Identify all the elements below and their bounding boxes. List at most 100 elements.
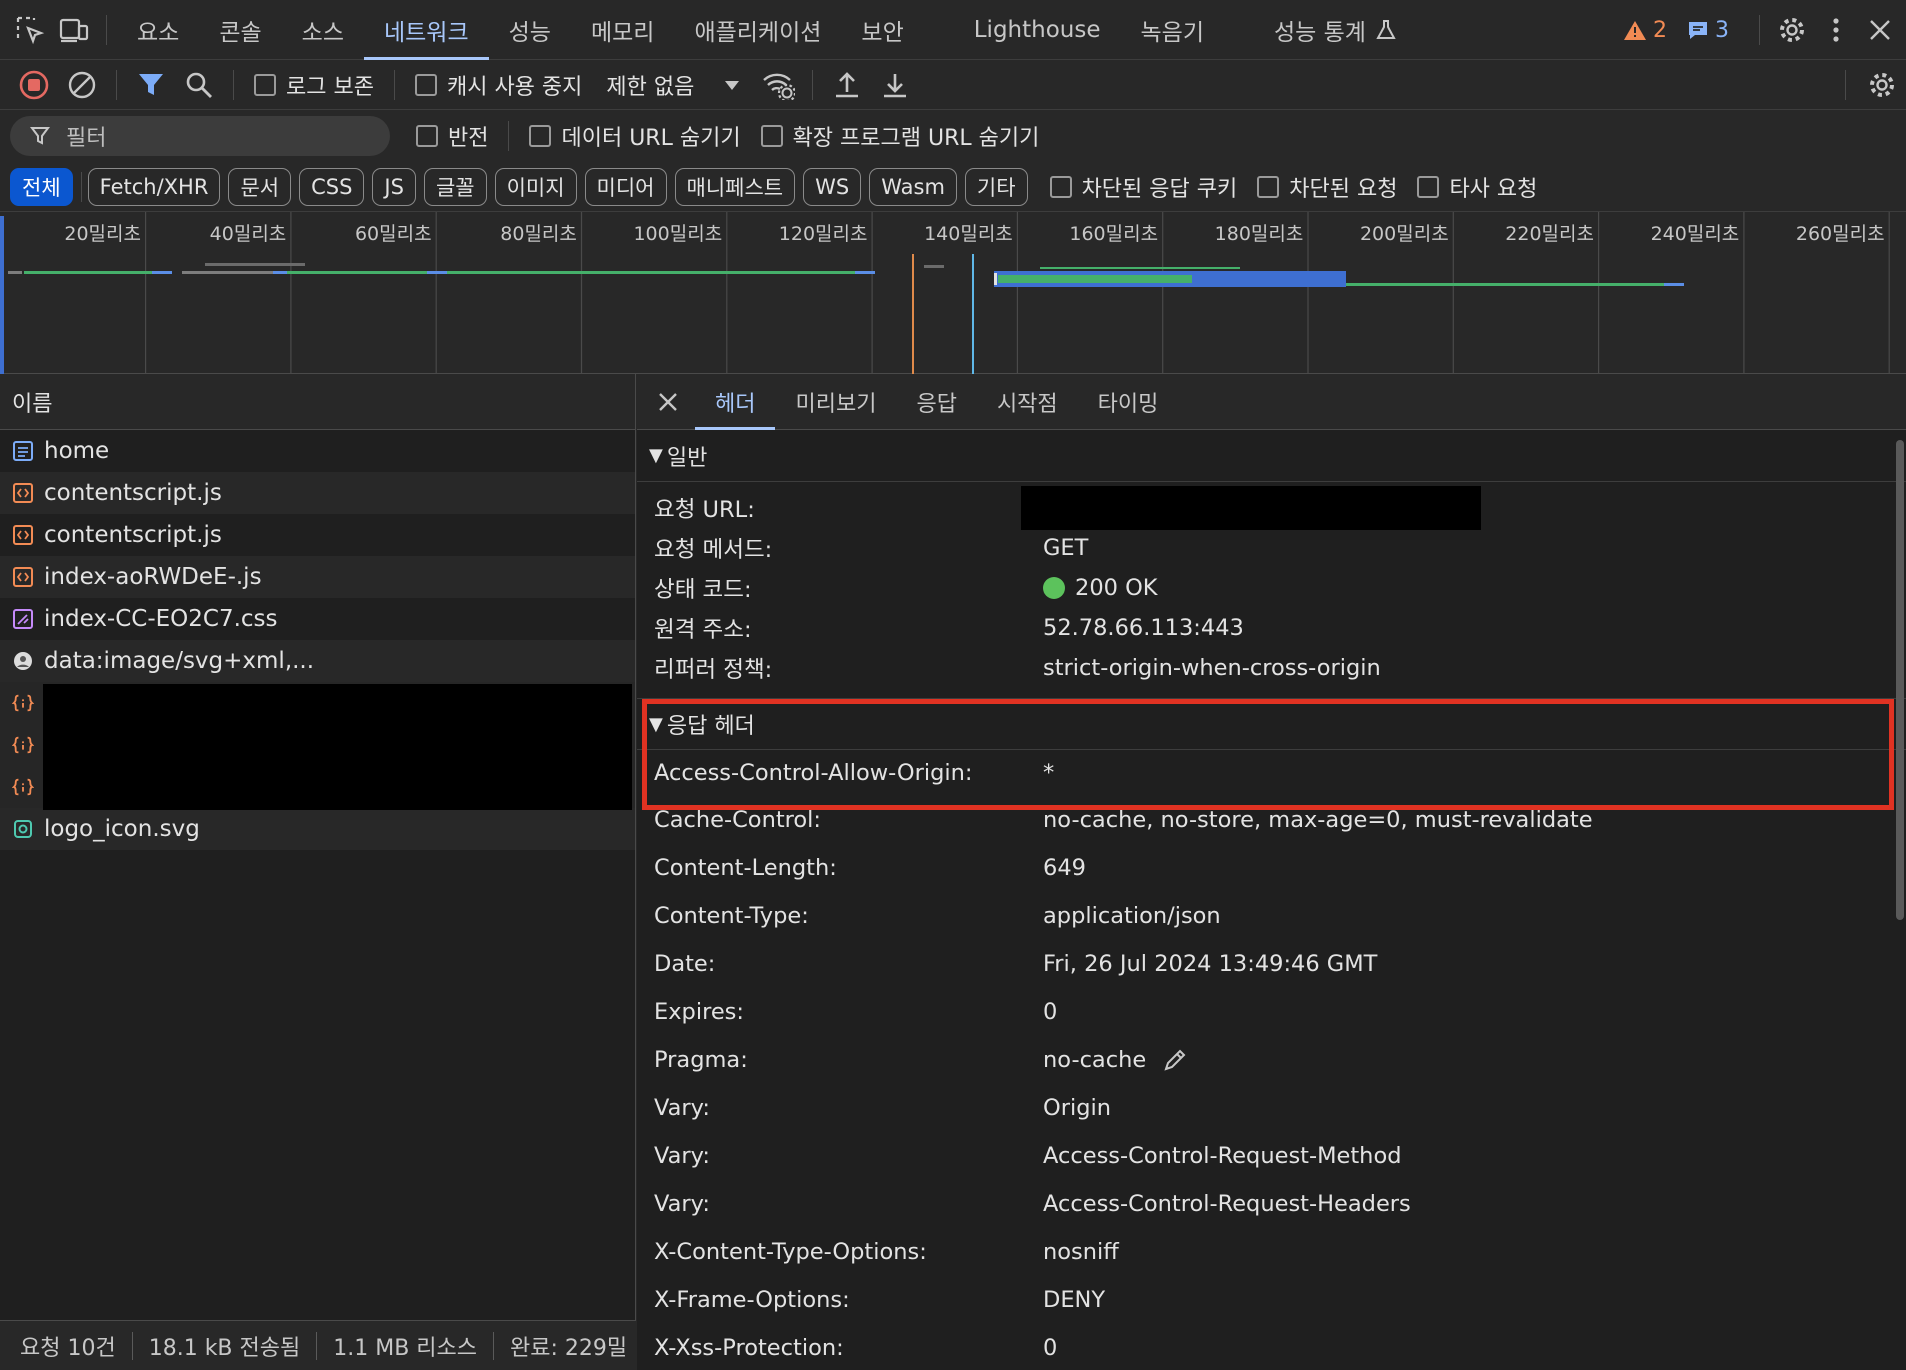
tab-elements[interactable]: 요소 (117, 0, 199, 60)
request-row[interactable]: index-aoRWDeE-.js (0, 556, 635, 598)
name-column-header[interactable]: 이름 (0, 374, 635, 430)
device-toolbar-icon[interactable] (52, 0, 96, 60)
filter-input[interactable]: 필터 (10, 116, 390, 156)
timeline-bars (8, 263, 1684, 287)
tab-console[interactable]: 콘솔 (199, 0, 281, 60)
script-icon (12, 566, 34, 588)
type-filter-img[interactable]: 이미지 (494, 167, 577, 206)
tab-sources[interactable]: 소스 (282, 0, 364, 60)
more-options-icon[interactable] (1814, 0, 1858, 60)
checkbox-box[interactable] (760, 125, 783, 147)
third-party-requests-checkbox[interactable]: 타사 요청 (1417, 171, 1537, 203)
hide-data-urls-checkbox[interactable]: 데이터 URL 숨기기 (529, 120, 741, 152)
blocked-requests-checkbox[interactable]: 차단된 요청 (1257, 171, 1397, 203)
timeline-tick-labels: 20밀리초 40밀리초 60밀리초 80밀리초 100밀리초 120밀리초 140밀리초 16… (64, 223, 1884, 245)
response-header-value: no-cache, no-store, max-age=0, must-reva… (1043, 807, 1593, 833)
response-header-value: DENY (1043, 1287, 1106, 1313)
request-row[interactable]: contentscript.js (0, 514, 635, 556)
type-filter-font[interactable]: 글꼴 (423, 167, 487, 206)
type-filter-ws[interactable]: WS (803, 167, 862, 206)
hide-extension-urls-checkbox[interactable]: 확장 프로그램 URL 숨기기 (760, 120, 1040, 152)
export-har-icon[interactable] (871, 60, 919, 110)
request-name: contentscript.js (44, 480, 222, 506)
type-filter-fetch-xhr[interactable]: Fetch/XHR (87, 167, 221, 206)
checkbox-box[interactable] (1417, 175, 1440, 198)
detail-scrollbar[interactable] (1896, 434, 1904, 1304)
header-row: Vary: Access-Control-Request-Headers (637, 1180, 1906, 1228)
script-icon (12, 482, 34, 504)
request-row[interactable]: data:image/svg+xml,... (0, 640, 635, 682)
checkbox-box[interactable] (414, 73, 437, 96)
checkbox-box[interactable] (416, 125, 438, 147)
close-devtools-icon[interactable] (1858, 0, 1902, 60)
divider (80, 171, 82, 202)
remote-address-value: 52.78.66.113:443 (1043, 615, 1244, 641)
stop-recording-icon[interactable] (10, 60, 58, 110)
clear-icon[interactable] (58, 60, 106, 110)
timeline-start-marker (0, 216, 4, 374)
checkbox-box[interactable] (1049, 175, 1072, 198)
disable-cache-checkbox[interactable]: 캐시 사용 중지 (414, 69, 582, 101)
edit-pencil-icon[interactable] (1162, 1047, 1188, 1073)
tab-network[interactable]: 네트워크 (363, 0, 489, 60)
invert-checkbox[interactable]: 반전 (416, 120, 488, 152)
tab-application[interactable]: 애플리케이션 (674, 0, 841, 60)
type-filter-manifest[interactable]: 매니페스트 (674, 167, 796, 206)
tab-memory[interactable]: 메모리 (571, 0, 674, 60)
divider (233, 69, 234, 100)
type-filter-media[interactable]: 미디어 (584, 167, 667, 206)
inspect-element-icon[interactable] (8, 0, 52, 60)
detail-tab-bar: 헤더 미리보기 응답 시작점 타이밍 (637, 374, 1906, 430)
request-row[interactable]: index-CC-EO2C7.css (0, 598, 635, 640)
type-filter-js[interactable]: JS (372, 167, 416, 206)
general-section-header[interactable]: ▼ 일반 (637, 430, 1906, 482)
timeline-tick-label: 80밀리초 (500, 223, 577, 245)
request-row[interactable]: logo_icon.svg (0, 808, 635, 850)
request-row[interactable]: home (0, 430, 635, 472)
preserve-log-checkbox[interactable]: 로그 보존 (254, 69, 374, 101)
warnings-counter[interactable]: 2 (1623, 18, 1667, 43)
messages-count: 3 (1715, 17, 1729, 43)
network-settings-icon[interactable] (1858, 60, 1906, 110)
tab-security[interactable]: 보안 (841, 0, 923, 60)
type-filter-css[interactable]: CSS (299, 167, 365, 206)
tab-performance[interactable]: 성능 (489, 0, 571, 60)
import-har-icon[interactable] (823, 60, 871, 110)
tab-initiator[interactable]: 시작점 (977, 374, 1078, 430)
timeline-bar (24, 271, 152, 274)
tab-lighthouse[interactable]: Lighthouse (924, 0, 1121, 60)
response-headers-section-header[interactable]: ▼ 응답 헤더 (637, 698, 1906, 750)
network-overview-timeline[interactable]: 20밀리초 40밀리초 60밀리초 80밀리초 100밀리초 120밀리초 140밀리초 16… (0, 212, 1906, 374)
messages-counter[interactable]: 3 (1687, 18, 1729, 43)
tab-preview[interactable]: 미리보기 (775, 374, 896, 430)
blocked-response-cookies-checkbox[interactable]: 차단된 응답 쿠키 (1049, 171, 1237, 203)
tab-performance-insights[interactable]: 성능 통계 (1224, 0, 1418, 60)
filter-icon[interactable] (127, 60, 175, 110)
checkbox-box[interactable] (1257, 175, 1280, 198)
close-detail-icon[interactable] (637, 374, 695, 430)
invert-label: 반전 (448, 126, 489, 151)
search-icon[interactable] (175, 60, 223, 110)
response-header-key: Vary: (654, 1095, 710, 1121)
request-row[interactable]: contentscript.js (0, 472, 635, 514)
type-filter-all[interactable]: 전체 (10, 167, 73, 206)
tab-response[interactable]: 응답 (896, 374, 976, 430)
status-code-value: 200 OK (1075, 575, 1158, 601)
tab-timing[interactable]: 타이밍 (1078, 374, 1179, 430)
tab-recorder[interactable]: 녹음기 (1121, 0, 1224, 60)
tab-headers[interactable]: 헤더 (695, 374, 776, 430)
type-filter-other[interactable]: 기타 (964, 167, 1028, 206)
dom-content-loaded-marker (912, 254, 914, 374)
throttling-select[interactable]: 제한 없음 (606, 69, 740, 101)
flask-icon (1376, 19, 1396, 39)
network-conditions-icon[interactable] (754, 60, 802, 110)
settings-icon[interactable] (1770, 0, 1814, 60)
type-filter-wasm[interactable]: Wasm (869, 167, 957, 206)
checkbox-box[interactable] (254, 73, 276, 96)
checkbox-box[interactable] (529, 125, 552, 147)
hide-extension-urls-label: 확장 프로그램 URL 숨기기 (792, 126, 1040, 151)
divider (393, 69, 395, 100)
scrollbar-thumb[interactable] (1896, 440, 1904, 920)
general-section-title: 일반 (666, 445, 708, 471)
type-filter-doc[interactable]: 문서 (228, 167, 292, 206)
